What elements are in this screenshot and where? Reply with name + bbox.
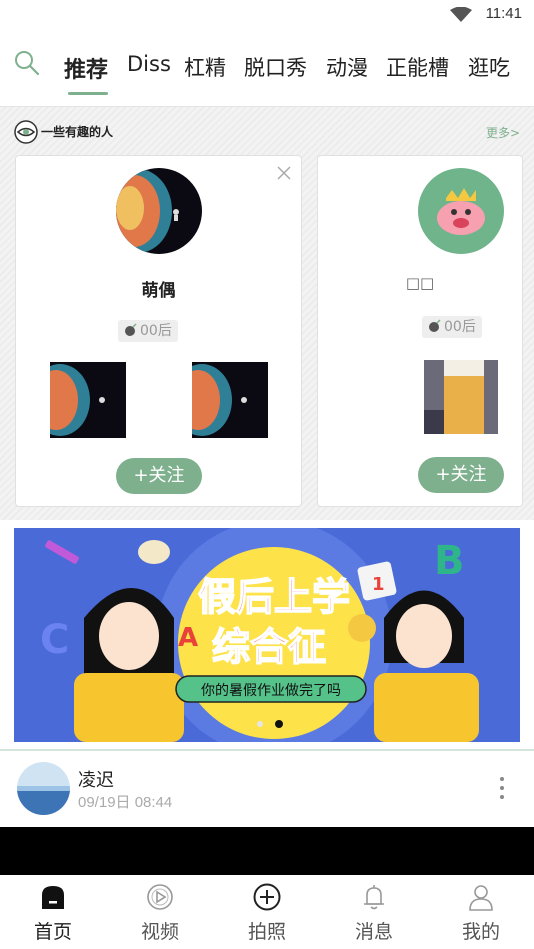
age-label: 00后 [140, 323, 172, 339]
eye-icon [14, 120, 38, 144]
home-icon [42, 886, 64, 909]
bomb-icon [125, 323, 137, 336]
more-link[interactable]: 更多> [486, 124, 520, 141]
status-time: 11:41 [485, 5, 522, 22]
nav-messages[interactable]: 消息 [321, 875, 427, 949]
search-icon[interactable] [14, 50, 40, 76]
banner-page-dot [257, 721, 263, 727]
banner-subtitle: 你的暑假作业做完了吗 [201, 683, 341, 699]
nav-messages-label: 消息 [354, 921, 393, 943]
post-thumbnail[interactable] [424, 360, 498, 434]
follow-button[interactable]: +关注 [418, 457, 504, 493]
bottom-navigation: 首页 视频 拍照 消息 我的 [0, 875, 534, 949]
section-title: 一些有趣的人 [41, 125, 114, 139]
tab-food[interactable]: 逛吃 [468, 52, 510, 82]
post-thumbnail[interactable] [192, 362, 268, 438]
user-name: 萌偶 [141, 281, 176, 301]
tab-anime[interactable]: 动漫 [326, 52, 368, 82]
nav-camera-label: 拍照 [247, 921, 286, 943]
nav-video[interactable]: 视频 [107, 875, 213, 949]
bomb-icon [429, 319, 441, 332]
nav-profile[interactable]: 我的 [428, 875, 534, 949]
more-options-icon[interactable] [498, 777, 506, 801]
age-badge: 00后 [118, 320, 178, 342]
close-icon[interactable] [277, 166, 291, 180]
banner-letter-a: A [178, 623, 198, 653]
tab-gangjing[interactable]: 杠精 [184, 52, 226, 82]
follow-button[interactable]: +关注 [116, 458, 202, 494]
category-tabs: 推荐 Diss 杠精 脱口秀 动漫 正能槽 逛吃 [0, 36, 534, 98]
tab-diss[interactable]: Diss [127, 52, 171, 76]
nav-camera[interactable]: 拍照 [214, 875, 320, 949]
post-thumbnail[interactable] [50, 362, 126, 438]
add-circle-icon [253, 883, 281, 911]
feed-post-header[interactable]: 凌迟 09/19日 08:44 [0, 751, 534, 827]
tab-talkshow[interactable]: 脱口秀 [244, 52, 307, 82]
tab-positive[interactable]: 正能槽 [386, 52, 449, 82]
nav-profile-label: 我的 [461, 921, 500, 943]
banner-letter-b: B [434, 538, 465, 584]
banner-illustration: C A B 1 假后上学 综合征 你的暑假作业做完了吗 [14, 528, 520, 742]
age-badge: 00后 [422, 316, 482, 338]
nav-home[interactable]: 首页 [0, 875, 106, 949]
tab-recommend[interactable]: 推荐 [64, 52, 108, 84]
banner-headline-2: 综合征 [212, 625, 326, 669]
author-avatar[interactable] [17, 762, 70, 815]
user-card[interactable]: 萌偶 00后 +关注 [15, 155, 302, 507]
media-placeholder[interactable] [0, 827, 534, 875]
author-name[interactable]: 凌迟 [78, 766, 114, 792]
nav-video-label: 视频 [140, 921, 179, 943]
banner-headline-1: 假后上学 [198, 575, 350, 619]
post-time: 09/19日 08:44 [78, 794, 173, 811]
user-name: □□ [405, 274, 435, 292]
banner-letter-c: C [40, 617, 69, 663]
user-icon [469, 885, 493, 911]
banner-number: 1 [372, 574, 385, 595]
banner-page-dot-active [275, 720, 283, 728]
video-play-icon [147, 884, 173, 910]
user-card[interactable]: □□ 00后 +关注 [317, 155, 523, 507]
user-avatar[interactable] [418, 168, 504, 254]
user-avatar[interactable] [116, 168, 202, 254]
wifi-icon [450, 7, 472, 22]
nav-home-label: 首页 [33, 921, 72, 943]
promo-banner[interactable]: C A B 1 假后上学 综合征 你的暑假作业做完了吗 [14, 528, 520, 742]
status-bar: 11:41 [0, 0, 534, 30]
bell-icon [364, 885, 384, 910]
age-label: 00后 [444, 319, 476, 335]
tab-active-indicator [68, 92, 108, 95]
interesting-people-section: 一些有趣的人 更多> 萌偶 00后 +关注 □□ 00后 +关注 [0, 106, 534, 520]
